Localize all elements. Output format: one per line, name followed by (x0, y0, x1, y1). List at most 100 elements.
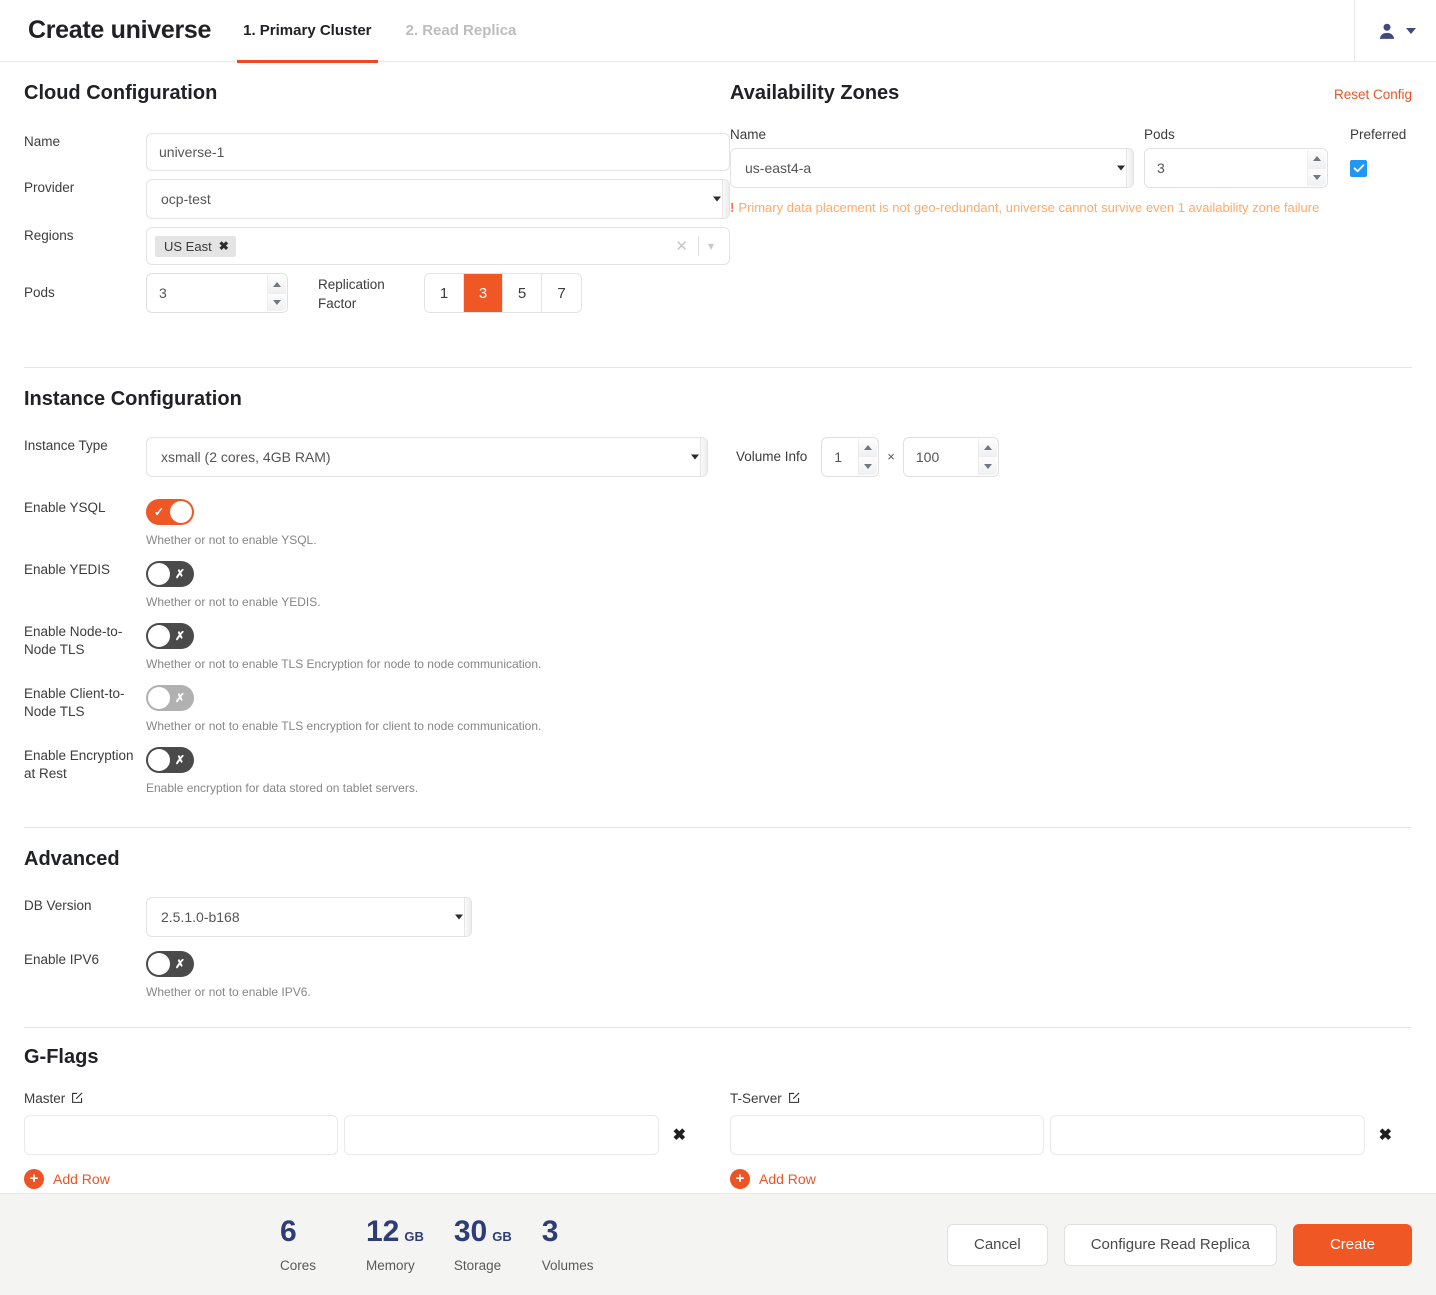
az-pods-input[interactable] (1145, 149, 1327, 187)
replication-factor-option-7[interactable]: 7 (542, 274, 581, 312)
az-name-select[interactable]: us-east4-a (730, 148, 1134, 188)
stat-storage-label: Storage (454, 1258, 512, 1273)
form-body: Cloud Configuration Name Provider ocp-te… (0, 62, 1436, 1189)
stat-cores-value: 6 (280, 1217, 297, 1247)
stat-cores-label: Cores (280, 1258, 336, 1273)
gflag-tserver-key-input[interactable] (730, 1115, 1044, 1155)
db-version-select[interactable]: 2.5.1.0-b168 (146, 897, 472, 937)
enable-ipv6-helper: Whether or not to enable IPV6. (146, 985, 1412, 999)
configure-read-replica-button[interactable]: Configure Read Replica (1064, 1224, 1277, 1266)
clear-icon[interactable]: ✕ (665, 237, 698, 255)
wizard-tabs: 1. Primary Cluster 2. Read Replica (237, 0, 544, 62)
pods-decrement-button[interactable] (268, 293, 286, 312)
name-input[interactable] (146, 133, 730, 171)
enable-ipv6-toggle[interactable]: ✗ (146, 951, 194, 977)
cloud-configuration-section: Cloud Configuration Name Provider ocp-te… (24, 82, 730, 322)
volume-info-group: Volume Info × (736, 437, 999, 477)
edit-icon[interactable] (71, 1091, 84, 1107)
gflags-master-label: Master (24, 1091, 65, 1106)
gflag-tserver-value-input[interactable] (1050, 1115, 1364, 1155)
field-enable-ysql: Enable YSQL ✓ Whether or not to enable Y… (24, 499, 1412, 547)
gflags-tserver-title: T-Server (730, 1091, 1400, 1107)
warning-icon: ! (730, 200, 734, 215)
cross-icon: ✗ (175, 568, 185, 580)
remove-icon[interactable]: ✖ (219, 240, 229, 252)
stat-storage: 30 GB Storage (454, 1217, 512, 1273)
pods-stepper[interactable] (146, 273, 288, 313)
gflags-tserver-add-row-button[interactable]: + Add Row (730, 1169, 1400, 1189)
replication-factor-option-5[interactable]: 5 (503, 274, 542, 312)
volume-count-decrement-button[interactable] (859, 456, 877, 475)
stat-memory: 12 GB Memory (366, 1217, 424, 1273)
reset-config-link[interactable]: Reset Config (1334, 87, 1412, 102)
gflag-master-value-input[interactable] (344, 1115, 658, 1155)
gflags-master-add-row-button[interactable]: + Add Row (24, 1169, 694, 1189)
volume-count-stepper[interactable] (821, 437, 879, 477)
volume-size-stepper-buttons[interactable] (978, 439, 997, 475)
gflags-section: G-Flags Master ✖ (24, 1028, 1412, 1189)
az-pods-column-header: Pods (1144, 127, 1328, 142)
instance-type-select[interactable]: xsmall (2 cores, 4GB RAM) (146, 437, 708, 477)
enable-encryption-at-rest-toggle[interactable]: ✗ (146, 747, 194, 773)
chevron-down-icon (1406, 28, 1416, 34)
stat-cores: 6 Cores (280, 1217, 336, 1273)
replication-factor-label: Replication Factor (318, 273, 424, 314)
stat-volumes-label: Volumes (542, 1258, 598, 1273)
field-enable-encryption-at-rest: Enable Encryption at Rest ✗ Enable encry… (24, 747, 1412, 795)
volume-size-increment-button[interactable] (979, 439, 997, 457)
region-chip[interactable]: US East ✖ (155, 236, 236, 257)
gflags-tserver-row: ✖ (730, 1115, 1400, 1155)
az-preferred-column-header: Preferred (1350, 127, 1406, 142)
pods-increment-button[interactable] (268, 275, 286, 293)
provider-select[interactable]: ocp-test (146, 179, 730, 219)
gflags-master-add-row-label: Add Row (53, 1171, 110, 1187)
instance-type-label: Instance Type (24, 437, 146, 455)
az-pods-increment-button[interactable] (1308, 150, 1326, 168)
availability-zone-row: us-east4-a (730, 148, 1412, 188)
volume-size-stepper[interactable] (903, 437, 999, 477)
gflag-master-key-input[interactable] (24, 1115, 338, 1155)
cross-icon: ✗ (175, 754, 185, 766)
field-regions: Regions US East ✖ ✕ ▾ (24, 227, 730, 265)
chevron-down-icon[interactable]: ▾ (699, 239, 723, 253)
gflag-master-remove-icon[interactable]: ✖ (665, 1125, 694, 1145)
volume-count-increment-button[interactable] (859, 439, 877, 457)
toggle-knob (170, 501, 192, 523)
field-pods-replication: Pods Replication Factor 1 3 (24, 273, 730, 314)
replication-factor-group: 1 3 5 7 (424, 273, 582, 313)
regions-multiselect[interactable]: US East ✖ ✕ ▾ (146, 227, 730, 265)
enable-ysql-toggle[interactable]: ✓ (146, 499, 194, 525)
gflags-master-row: ✖ (24, 1115, 694, 1155)
toggle-knob (148, 687, 170, 709)
replication-factor-option-1[interactable]: 1 (425, 274, 464, 312)
region-chip-label: US East (164, 240, 212, 253)
cancel-button[interactable]: Cancel (947, 1224, 1048, 1266)
stat-memory-value: 12 (366, 1217, 399, 1247)
volume-size-decrement-button[interactable] (979, 456, 997, 475)
enable-client-to-node-tls-toggle[interactable]: ✗ (146, 685, 194, 711)
availability-zones-heading: Availability Zones (730, 82, 899, 105)
create-button[interactable]: Create (1293, 1224, 1412, 1266)
check-icon: ✓ (154, 506, 164, 518)
volume-count-stepper-buttons[interactable] (858, 439, 877, 475)
az-pods-stepper-buttons[interactable] (1307, 150, 1326, 186)
enable-node-to-node-tls-toggle[interactable]: ✗ (146, 623, 194, 649)
resource-summary: 6 Cores 12 GB Memory 30 GB Storage 3 Vo (280, 1217, 598, 1273)
enable-node-to-node-tls-helper: Whether or not to enable TLS Encryption … (146, 657, 1412, 671)
enable-yedis-toggle[interactable]: ✗ (146, 561, 194, 587)
az-pods-stepper[interactable] (1144, 148, 1328, 188)
gflag-tserver-remove-icon[interactable]: ✖ (1371, 1125, 1400, 1145)
gflags-tserver-column: T-Server ✖ + Add Row (730, 1091, 1400, 1189)
az-preferred-checkbox[interactable] (1350, 160, 1367, 177)
regions-label: Regions (24, 227, 146, 245)
user-menu[interactable] (1354, 0, 1436, 61)
pods-input[interactable] (147, 274, 287, 312)
app-header: Create universe 1. Primary Cluster 2. Re… (0, 0, 1436, 62)
tab-read-replica[interactable]: 2. Read Replica (400, 1, 523, 63)
pods-stepper-buttons[interactable] (267, 275, 286, 311)
enable-encryption-at-rest-helper: Enable encryption for data stored on tab… (146, 781, 1412, 795)
tab-primary-cluster[interactable]: 1. Primary Cluster (237, 1, 377, 63)
edit-icon[interactable] (788, 1091, 801, 1107)
az-pods-decrement-button[interactable] (1308, 168, 1326, 187)
replication-factor-option-3[interactable]: 3 (464, 274, 503, 312)
